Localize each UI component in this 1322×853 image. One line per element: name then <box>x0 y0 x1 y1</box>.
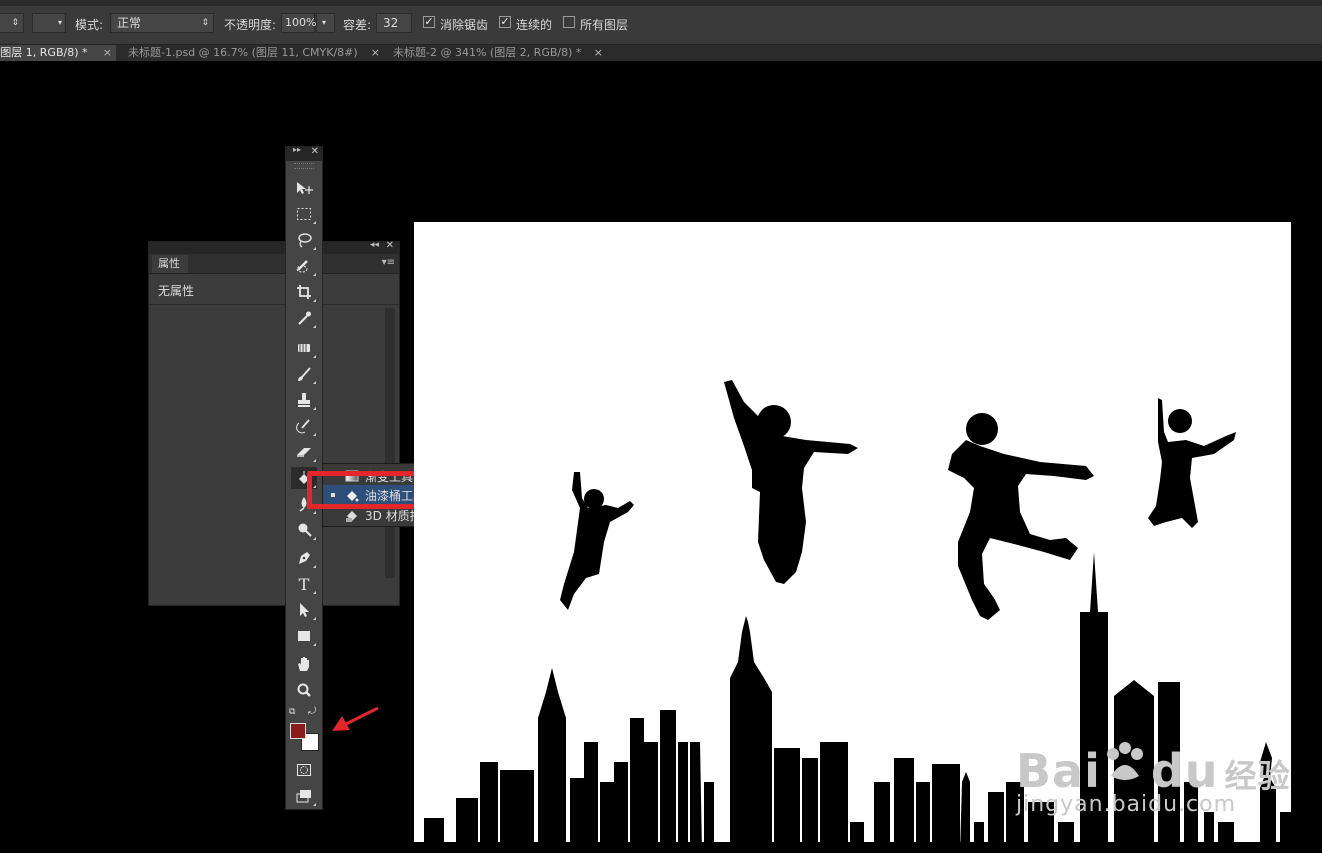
pen-tool-icon[interactable] <box>291 547 317 569</box>
document-canvas[interactable]: Bai du 经验 jingyan.baidu.com <box>414 222 1291 853</box>
tab-document-1[interactable]: (图层 1, RGB/8) * × <box>0 45 116 61</box>
annotation-arrow-icon <box>332 706 379 731</box>
healing-brush-tool-icon[interactable] <box>291 337 317 359</box>
panel-header: ◂◂ ✕ <box>149 240 399 254</box>
collapse-icon[interactable]: ◂◂ <box>370 240 379 250</box>
options-bar: ⇕ ▾ 模式: 正常 ⇕ 不透明度: 100% ▾ 容差: 32 ✓ 消除锯齿 … <box>0 0 1322 45</box>
screen-mode-icon[interactable] <box>291 785 317 807</box>
watermark-brand-cn: 经验 <box>1224 757 1291 795</box>
close-icon[interactable]: × <box>103 45 112 61</box>
default-colors-icon[interactable]: ⧉ <box>289 707 295 717</box>
antialias-checkbox[interactable]: ✓ <box>423 16 435 28</box>
no-properties-text: 无属性 <box>158 284 195 298</box>
panel-menu-icon[interactable]: ▾≡ <box>382 257 395 268</box>
quick-selection-tool-icon[interactable] <box>291 255 317 277</box>
opacity-dropdown-button[interactable]: ▾ <box>316 13 335 33</box>
tolerance-label: 容差: <box>343 18 372 32</box>
tab-properties[interactable]: 属性 <box>152 255 188 273</box>
tab-label: 未标题-2 @ 341% (图层 2, RGB/8) * <box>393 46 582 59</box>
baidu-watermark: Bai du 经验 <box>1016 742 1291 798</box>
antialias-label: 消除锯齿 <box>440 18 489 32</box>
quick-mask-icon[interactable] <box>291 759 317 781</box>
3d-material-drop-icon <box>345 508 359 522</box>
lasso-tool-icon[interactable] <box>291 229 317 251</box>
hand-tool-icon[interactable] <box>291 653 317 675</box>
mode-value: 正常 <box>117 16 142 30</box>
all-layers-label: 所有图层 <box>580 18 629 32</box>
contiguous-checkbox[interactable]: ✓ <box>499 16 511 28</box>
tab-label: 未标题-1.psd @ 16.7% (图层 11, CMYK/8#) <box>128 46 358 59</box>
close-icon[interactable]: × <box>371 45 380 61</box>
tool-preset-dropdown[interactable]: ⇕ <box>0 13 24 33</box>
brush-tool-icon[interactable] <box>291 363 317 385</box>
properties-panel: ◂◂ ✕ 属性 ▾≡ 无属性 <box>148 240 400 606</box>
eyedropper-tool-icon[interactable] <box>291 307 317 329</box>
clone-stamp-tool-icon[interactable] <box>291 389 317 411</box>
mode-select[interactable]: 正常 ⇕ <box>110 13 214 33</box>
close-icon[interactable]: × <box>594 45 603 61</box>
zoom-tool-icon[interactable] <box>291 679 317 701</box>
mode-label: 模式: <box>75 18 104 32</box>
tab-label: (图层 1, RGB/8) * <box>0 46 88 59</box>
dodge-tool-icon[interactable] <box>291 519 317 541</box>
opacity-input[interactable]: 100% <box>281 13 316 33</box>
expand-icon[interactable]: ▸▸ <box>293 145 301 154</box>
tab-document-2[interactable]: 未标题-1.psd @ 16.7% (图层 11, CMYK/8#) × <box>124 45 384 61</box>
tolerance-input[interactable]: 32 <box>376 13 412 33</box>
close-icon[interactable]: ✕ <box>386 240 394 251</box>
swap-colors-icon[interactable]: ⤾ <box>308 706 316 717</box>
marquee-tool-icon[interactable] <box>291 203 317 225</box>
opacity-label: 不透明度: <box>224 18 277 32</box>
drag-handle[interactable] <box>294 163 314 169</box>
eraser-tool-icon[interactable] <box>291 441 317 463</box>
close-icon[interactable]: ✕ <box>311 146 319 157</box>
type-tool-icon[interactable]: T <box>291 573 317 595</box>
move-tool-icon[interactable] <box>291 177 317 199</box>
watermark-brand-suffix: du <box>1150 744 1219 798</box>
history-brush-tool-icon[interactable] <box>291 415 317 437</box>
document-tab-bar: (图层 1, RGB/8) * × 未标题-1.psd @ 16.7% (图层 … <box>0 45 1322 61</box>
all-layers-checkbox[interactable] <box>563 16 575 28</box>
paw-logo-icon <box>1101 742 1151 790</box>
rectangle-tool-icon[interactable] <box>291 625 317 647</box>
fill-source-dropdown[interactable]: ▾ <box>32 13 66 33</box>
panel-scrollbar[interactable] <box>385 308 395 578</box>
crop-tool-icon[interactable] <box>291 281 317 303</box>
tab-document-3[interactable]: 未标题-2 @ 341% (图层 2, RGB/8) * × <box>389 45 607 61</box>
updown-icon: ⇕ <box>201 18 209 28</box>
foreground-color-swatch[interactable] <box>290 723 306 739</box>
watermark-url: jingyan.baidu.com <box>1016 792 1237 817</box>
watermark-brand: Bai <box>1016 744 1101 798</box>
contiguous-label: 连续的 <box>516 18 553 32</box>
path-selection-tool-icon[interactable] <box>291 599 317 621</box>
